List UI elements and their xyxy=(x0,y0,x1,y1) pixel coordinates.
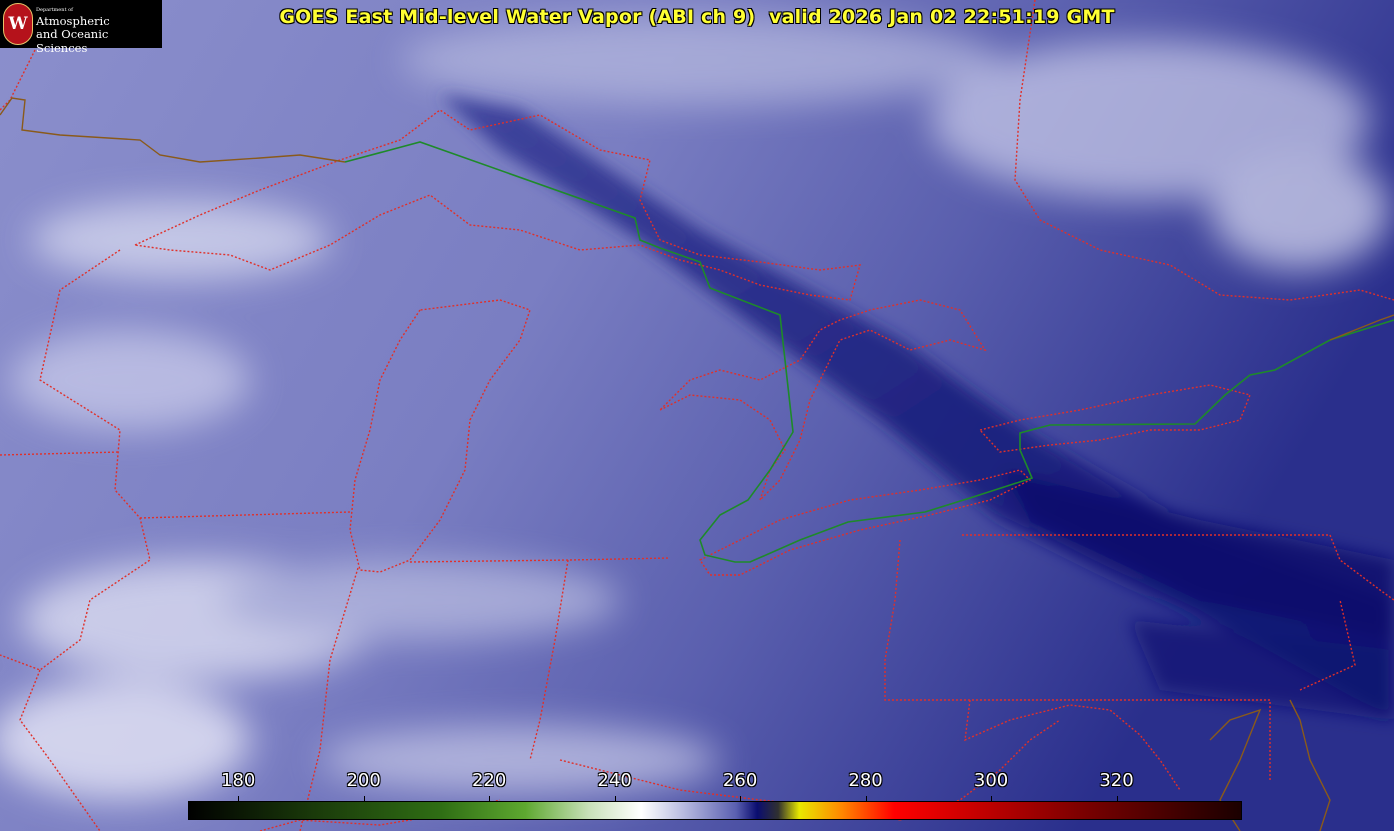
colorbar-tick-label: 280 xyxy=(848,770,883,791)
colorbar-tick-mark xyxy=(363,796,365,802)
colorbar-tick-mark xyxy=(991,796,993,802)
satellite-map: GOES East Mid-level Water Vapor (ABI ch … xyxy=(0,0,1394,831)
map-title: GOES East Mid-level Water Vapor (ABI ch … xyxy=(279,6,1115,28)
colorbar-tick-mark xyxy=(614,796,616,802)
colorbar-tick-label: 260 xyxy=(722,770,758,791)
colorbar-tick-label: 300 xyxy=(973,770,1009,791)
colorbar-tick-label: 220 xyxy=(471,770,507,791)
logo-dept-text: Department of xyxy=(36,7,73,13)
colorbar-tick-label: 240 xyxy=(597,770,632,791)
water-vapor-image xyxy=(0,0,1394,831)
logo-line-2: and Oceanic Sciences xyxy=(36,27,109,55)
colorbar-tick-mark xyxy=(238,796,240,802)
aos-logo: W Department of Atmospheric and Oceanic … xyxy=(0,0,162,55)
colorbar-tick-mark xyxy=(740,796,742,802)
colorbar-tick-label: 180 xyxy=(221,770,256,791)
colorbar-tick-mark xyxy=(489,796,491,802)
colorbar-tick-mark xyxy=(865,796,867,802)
colorbar xyxy=(188,801,1242,820)
colorbar-tick-label: 320 xyxy=(1099,770,1134,791)
colorbar-tick-mark xyxy=(1116,796,1118,802)
logo-line-1: Atmospheric xyxy=(36,14,110,28)
colorbar-tick-label: 200 xyxy=(346,770,381,791)
uw-seal-icon: W xyxy=(3,3,33,45)
